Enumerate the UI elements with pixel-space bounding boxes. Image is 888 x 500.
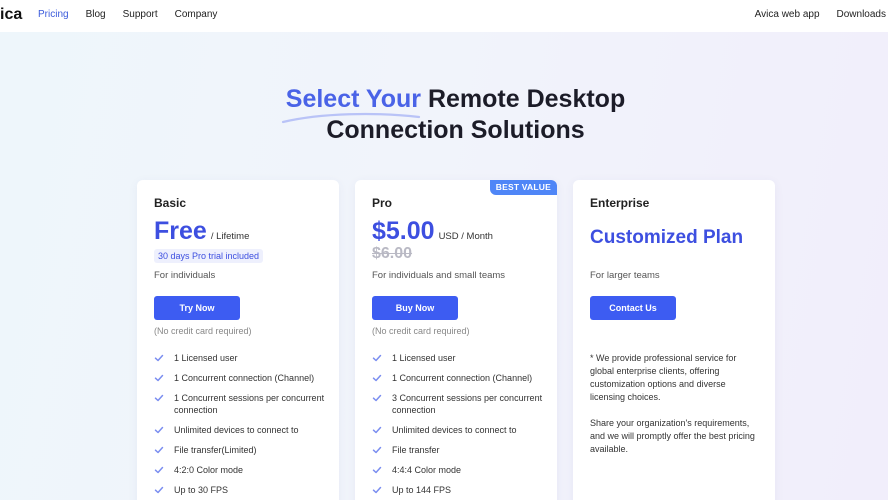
hero-title: Select Your Remote Desktop Connection So… (0, 84, 888, 146)
plan-card-basic: Basic Free / Lifetime 30 days Pro trial … (137, 180, 339, 500)
enterprise-paragraph-2: Share your organization's requirements, … (590, 418, 755, 454)
check-icon (154, 446, 164, 454)
check-icon (372, 394, 382, 402)
nav-link-support[interactable]: Support (123, 9, 158, 20)
feature-text: 1 Licensed user (392, 353, 456, 363)
check-icon (154, 374, 164, 382)
price-value: Customized Plan (590, 227, 744, 248)
list-item: 1 Licensed user (154, 352, 329, 364)
check-icon (372, 354, 382, 362)
enterprise-description: * We provide professional service for gl… (590, 352, 762, 469)
logo[interactable]: ica (0, 6, 22, 24)
trial-badge: 30 days Pro trial included (154, 249, 264, 263)
check-icon (372, 466, 382, 474)
price-unit: USD / Month (438, 231, 493, 242)
plan-name: Enterprise (590, 196, 650, 210)
feature-text: 1 Licensed user (174, 353, 238, 363)
nav-links: Pricing Blog Support Company (38, 9, 234, 20)
list-item: Unlimited devices to connect to (372, 424, 547, 436)
feature-list: 1 Licensed user 1 Concurrent connection … (154, 352, 329, 500)
check-icon (372, 486, 382, 494)
check-icon (154, 466, 164, 474)
check-icon (372, 446, 382, 454)
list-item: 1 Concurrent sessions per concurrent con… (154, 392, 329, 416)
hero-line-1: Select Your Remote Desktop (0, 84, 888, 115)
feature-text: Unlimited devices to connect to (392, 425, 517, 435)
nav-link-downloads[interactable]: Downloads (837, 9, 886, 20)
list-item: 1 Concurrent connection (Channel) (372, 372, 547, 384)
check-icon (372, 426, 382, 434)
price-row: Free / Lifetime (154, 217, 249, 246)
list-item: File transfer(Limited) (154, 444, 329, 456)
no-credit-card-note: (No credit card required) (372, 326, 470, 336)
price-value: $5.00 (372, 217, 435, 245)
price-unit: / Lifetime (210, 231, 250, 242)
check-icon (154, 354, 164, 362)
check-icon (154, 426, 164, 434)
feature-text: Up to 30 FPS (174, 485, 229, 495)
plan-tagline: For larger teams (590, 270, 660, 281)
feature-text: 4:4:4 Color mode (392, 465, 462, 475)
list-item: 1 Concurrent connection (Channel) (154, 372, 329, 384)
check-icon (372, 374, 382, 382)
nav-link-blog[interactable]: Blog (86, 9, 106, 20)
list-item: Up to 30 FPS (154, 484, 329, 496)
nav-link-web-app[interactable]: Avica web app (755, 9, 820, 20)
plan-card-enterprise: Enterprise Customized Plan For larger te… (573, 180, 775, 500)
list-item: 1 Licensed user (372, 352, 547, 364)
check-icon (154, 486, 164, 494)
plan-name: Pro (372, 196, 393, 210)
feature-text: 1 Concurrent connection (Channel) (392, 373, 533, 383)
top-nav: ica Pricing Blog Support Company Avica w… (0, 0, 888, 32)
list-item: 4:4:4 Color mode (372, 464, 547, 476)
nav-right: Avica web app Downloads (738, 9, 886, 20)
hero-line-1-rest: Remote Desktop (421, 85, 626, 113)
nav-link-company[interactable]: Company (175, 9, 218, 20)
feature-text: Up to 144 FPS (392, 485, 452, 495)
plan-tagline: For individuals and small teams (372, 270, 506, 281)
plan-name: Basic (154, 196, 187, 210)
contact-us-button[interactable]: Contact Us (590, 296, 676, 320)
feature-list: 1 Licensed user 1 Concurrent connection … (372, 352, 547, 500)
price-value: Free (154, 217, 207, 245)
old-price: $6.00 (372, 245, 413, 262)
list-item: 4:2:0 Color mode (154, 464, 329, 476)
price-row: $5.00 USD / Month (372, 217, 493, 246)
enterprise-paragraph-1: * We provide professional service for gl… (590, 353, 737, 402)
list-item: File transfer (372, 444, 547, 456)
feature-text: 1 Concurrent connection (Channel) (174, 373, 315, 383)
feature-text: File transfer (392, 445, 440, 455)
try-now-button[interactable]: Try Now (154, 296, 240, 320)
plan-tagline: For individuals (154, 270, 216, 281)
hero-underline-swoosh (281, 112, 421, 124)
no-credit-card-note: (No credit card required) (154, 326, 252, 336)
feature-text: File transfer(Limited) (174, 445, 257, 455)
feature-text: 1 Concurrent sessions per concurrent con… (174, 393, 325, 415)
plan-card-pro: BEST VALUE Pro $5.00 USD / Month $6.00 F… (355, 180, 557, 500)
list-item: Unlimited devices to connect to (154, 424, 329, 436)
buy-now-button[interactable]: Buy Now (372, 296, 458, 320)
list-item: Up to 144 FPS (372, 484, 547, 496)
check-icon (154, 394, 164, 402)
list-item: 3 Concurrent sessions per concurrent con… (372, 392, 547, 416)
hero-highlight: Select Your (285, 85, 422, 113)
nav-link-pricing[interactable]: Pricing (38, 9, 69, 20)
feature-text: 4:2:0 Color mode (174, 465, 244, 475)
best-value-badge: BEST VALUE (489, 180, 557, 195)
feature-text: 3 Concurrent sessions per concurrent con… (392, 393, 543, 415)
hero-line-2: Connection Solutions (326, 116, 585, 144)
feature-text: Unlimited devices to connect to (174, 425, 299, 435)
